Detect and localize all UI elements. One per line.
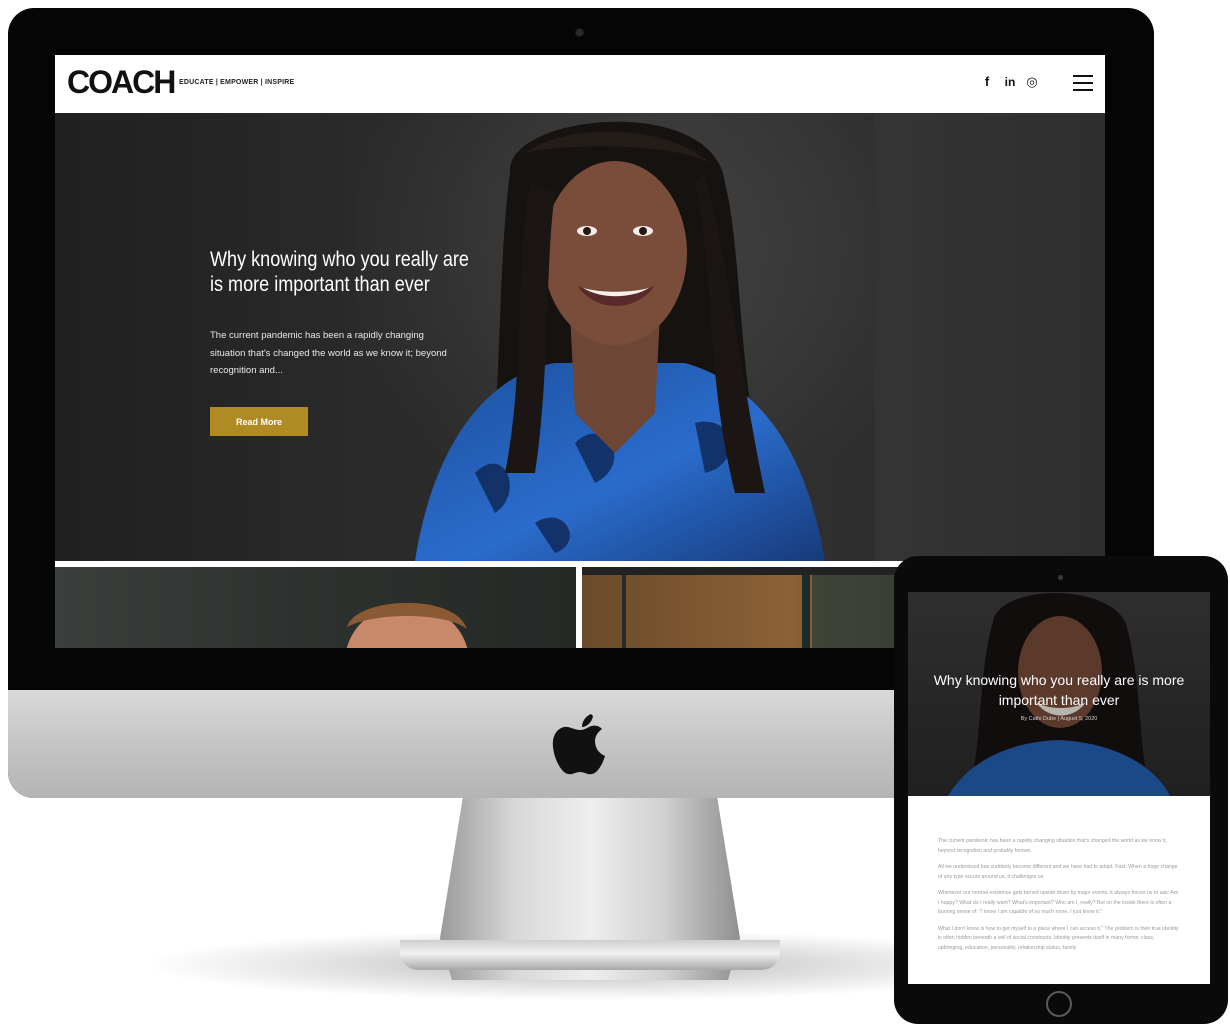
ipad-title: Why knowing who you really are is more i… [933, 672, 1185, 708]
apple-logo-icon [552, 714, 605, 775]
ipad-home-button[interactable] [1046, 991, 1072, 1017]
ipad-article-body: The current pandemic has been a rapidly … [938, 837, 1180, 960]
read-more-button[interactable]: Read More [210, 407, 308, 436]
site-tagline: EDUCATE | EMPOWER | INSPIRE [179, 79, 295, 86]
post-thumbnail-1[interactable] [55, 567, 576, 648]
imac-camera [576, 29, 583, 36]
ipad-screen: Why knowing who you really are is more i… [908, 592, 1210, 984]
article-paragraph: The current pandemic has been a rapidly … [938, 838, 1168, 854]
hero-banner: Why knowing who you really are is more i… [55, 113, 1105, 561]
site-logo[interactable]: COACH [67, 64, 176, 101]
hamburger-menu-icon[interactable] [1073, 75, 1093, 91]
imac-stand-foot [400, 940, 780, 970]
linkedin-icon[interactable]: in [1001, 74, 1019, 90]
ipad-byline: By Cathi Dube | August 5, 2020 [1020, 716, 1098, 722]
ipad-hero: Why knowing who you really are is more i… [908, 592, 1210, 796]
hero-title: Why knowing who you really are is more i… [210, 248, 469, 296]
article-paragraph: Whenever our normal existence gets turne… [938, 890, 1179, 915]
thumbnail-portrait-man [346, 602, 468, 648]
site-header: COACH EDUCATE | EMPOWER | INSPIRE f in ◎ [55, 55, 1105, 113]
article-paragraph: What I don't know is how to get myself t… [938, 925, 1179, 951]
ipad-camera [1058, 575, 1063, 580]
article-paragraph: All we understood has suddenly become di… [938, 864, 1178, 880]
hero-excerpt: The current pandemic has been a rapidly … [210, 330, 447, 376]
facebook-icon[interactable]: f [981, 74, 993, 90]
instagram-icon[interactable]: ◎ [1025, 74, 1039, 90]
